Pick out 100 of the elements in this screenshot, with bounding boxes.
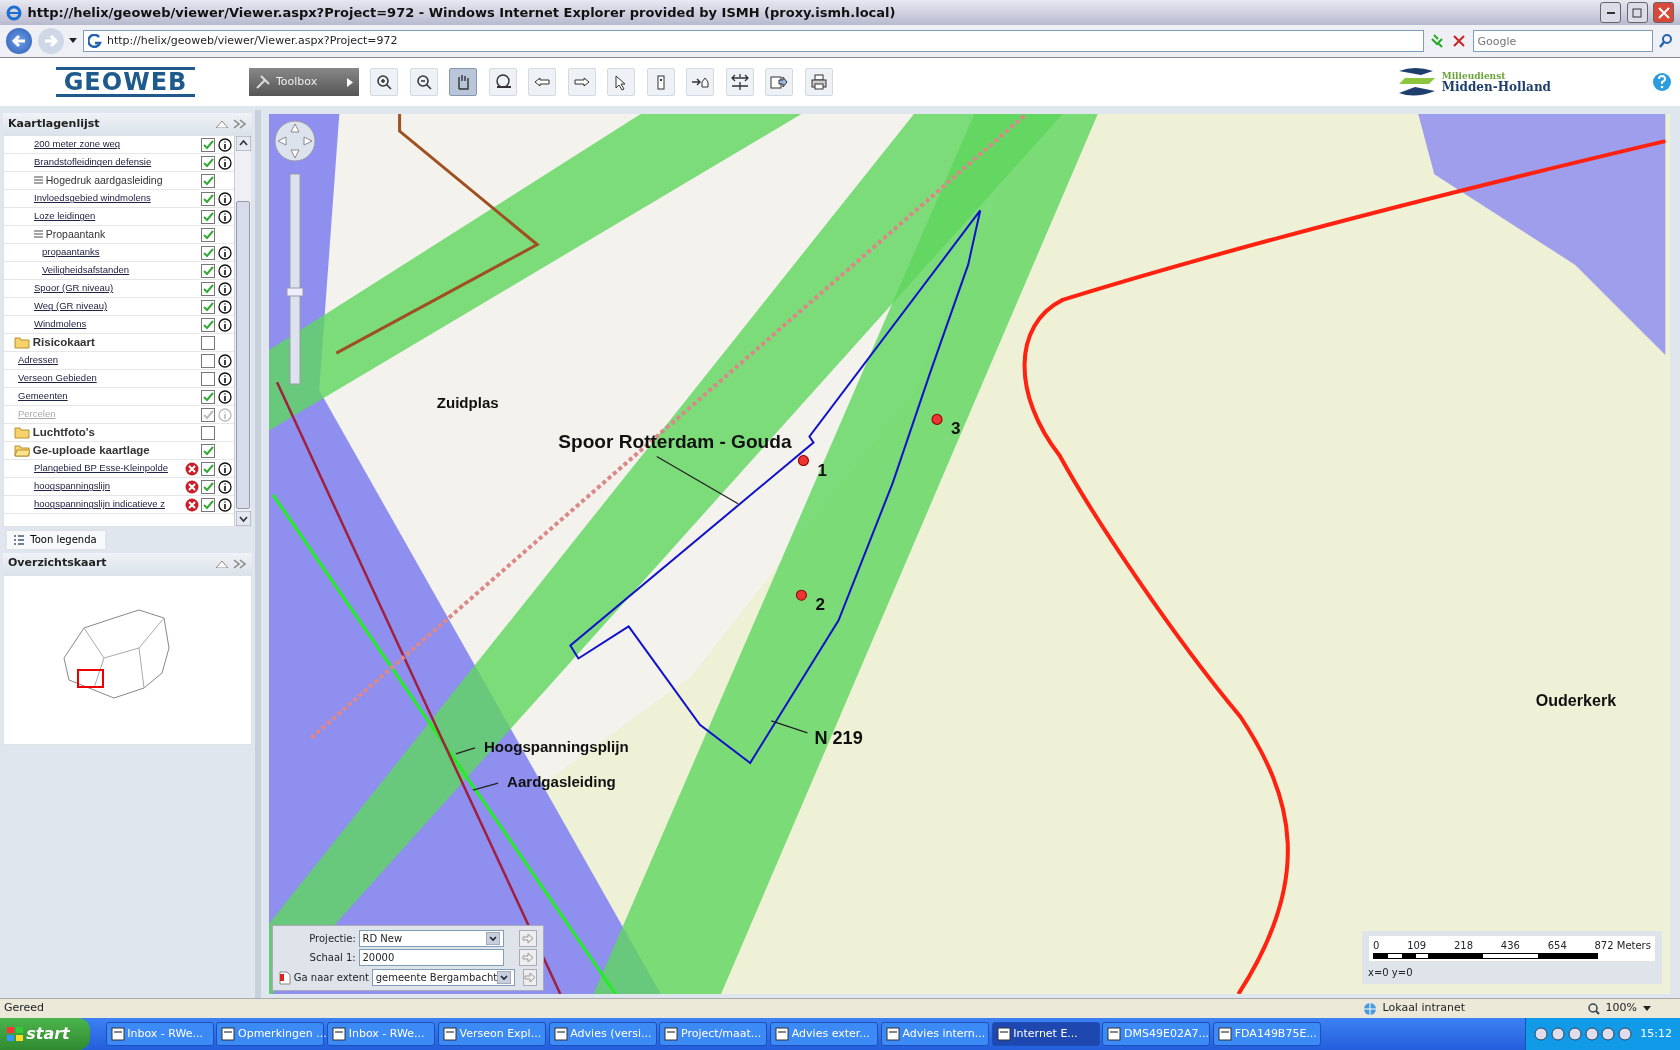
scroll-up-icon[interactable] xyxy=(235,136,251,151)
tray-icon[interactable] xyxy=(1551,1027,1566,1041)
layer-link[interactable]: propaantanks xyxy=(42,245,199,260)
expand-icon[interactable] xyxy=(233,558,247,569)
layer-link[interactable]: Spoor (GR niveau) xyxy=(34,281,199,296)
tray-icon[interactable] xyxy=(1601,1027,1616,1041)
collapse-icon[interactable] xyxy=(215,559,228,568)
layer-checkbox[interactable] xyxy=(201,335,216,350)
point-marker[interactable] xyxy=(931,413,943,425)
layer-checkbox[interactable] xyxy=(201,299,216,314)
remove-icon[interactable] xyxy=(184,461,199,476)
toolbox-button[interactable]: Toolbox xyxy=(248,68,359,96)
dropdown-field[interactable]: gemeente Bergambacht xyxy=(371,969,516,986)
back-button[interactable] xyxy=(6,28,32,54)
folder-label[interactable]: Risicokaart xyxy=(32,333,199,352)
collapse-icon[interactable] xyxy=(215,120,228,128)
layer-link[interactable]: Adressen xyxy=(18,353,199,368)
show-legend-button[interactable]: Toon legenda xyxy=(5,529,106,550)
info-icon[interactable] xyxy=(218,389,232,404)
layer-checkbox[interactable] xyxy=(201,173,216,188)
layer-checkbox[interactable] xyxy=(201,281,216,296)
tray-icon[interactable] xyxy=(1567,1027,1582,1041)
info-icon[interactable] xyxy=(218,371,232,386)
layer-group-label[interactable]: Propaantank xyxy=(45,226,199,243)
tray-icon[interactable] xyxy=(1534,1027,1549,1041)
zoom-icon[interactable] xyxy=(1588,1002,1601,1015)
layer-checkbox[interactable] xyxy=(201,191,216,206)
folder-label[interactable]: Ge-uploade kaartlage xyxy=(32,441,199,460)
measure-button[interactable] xyxy=(725,68,754,96)
hand-button[interactable] xyxy=(449,68,477,96)
layer-checkbox[interactable] xyxy=(201,155,216,170)
layer-checkbox[interactable] xyxy=(201,227,216,242)
printer-button[interactable] xyxy=(804,68,833,96)
stop-icon[interactable] xyxy=(1451,33,1467,49)
remove-icon[interactable] xyxy=(184,497,199,512)
dropdown-field[interactable]: RD New xyxy=(358,929,504,947)
layer-group-label[interactable]: Hogedruk aardgasleiding xyxy=(45,172,199,189)
taskbar-button[interactable]: Internet E... xyxy=(991,1022,1100,1046)
layer-link[interactable]: Verseon Gebieden xyxy=(18,371,199,386)
pointer-button[interactable] xyxy=(607,68,635,96)
layer-checkbox[interactable] xyxy=(201,209,216,224)
tray-icon[interactable] xyxy=(1618,1027,1633,1041)
layer-link[interactable]: Plangebied BP Esse-Kleinpolde xyxy=(34,461,182,476)
search-field[interactable]: Google xyxy=(1472,30,1653,52)
scrollbar-thumb[interactable] xyxy=(236,201,250,509)
info-icon[interactable] xyxy=(218,191,232,206)
remove-icon[interactable] xyxy=(184,479,199,494)
address-field[interactable]: http://helix/geoweb/viewer/Viewer.aspx?Project=972 xyxy=(82,30,1424,52)
info-panel-button[interactable] xyxy=(646,68,675,96)
layer-link[interactable]: hoogspanningslijn indicatieve z xyxy=(34,497,182,512)
scroll-down-icon[interactable] xyxy=(235,511,251,526)
folder-label[interactable]: Luchtfoto's xyxy=(32,423,199,442)
info-icon[interactable] xyxy=(218,497,232,512)
dropdown-arrow-icon[interactable] xyxy=(485,931,500,945)
point-marker[interactable] xyxy=(797,455,809,467)
info-icon[interactable] xyxy=(218,245,232,260)
layer-link[interactable]: Loze leidingen xyxy=(34,209,199,224)
info-icon[interactable] xyxy=(218,137,232,152)
help-icon[interactable] xyxy=(1652,72,1672,92)
zoom-level[interactable]: 100% xyxy=(1605,1000,1637,1017)
layer-link[interactable]: Veiligheidsafstanden xyxy=(42,263,199,278)
layer-checkbox[interactable] xyxy=(201,137,216,152)
close-button[interactable] xyxy=(1653,2,1674,23)
refresh-icon[interactable] xyxy=(1429,33,1446,49)
layer-link[interactable]: Windmolens xyxy=(34,317,199,332)
info-icon[interactable] xyxy=(218,155,232,170)
search-icon[interactable] xyxy=(1658,33,1674,49)
layer-checkbox[interactable] xyxy=(201,479,216,494)
arrow-to-house-button[interactable] xyxy=(686,68,714,96)
document-icon[interactable] xyxy=(279,970,291,985)
layer-link[interactable]: Gemeenten xyxy=(18,389,199,404)
layer-link[interactable]: hoogspanningslijn xyxy=(34,479,182,494)
layer-checkbox[interactable] xyxy=(201,317,216,332)
point-marker[interactable] xyxy=(795,589,807,601)
zoom-in-button[interactable] xyxy=(370,68,398,96)
info-icon[interactable] xyxy=(218,281,232,296)
info-icon[interactable] xyxy=(218,263,232,278)
dropdown-arrow-icon[interactable] xyxy=(497,971,512,984)
info-icon[interactable] xyxy=(218,353,232,368)
layer-checkbox[interactable] xyxy=(201,425,216,440)
layer-checkbox[interactable] xyxy=(201,371,216,386)
zoom-out-button[interactable] xyxy=(409,68,438,96)
layer-link[interactable]: Invloedsgebied windmolens xyxy=(34,191,199,206)
layer-checkbox[interactable] xyxy=(201,443,216,458)
info-icon[interactable] xyxy=(218,317,232,332)
left-arrow-button[interactable] xyxy=(528,68,556,96)
input-field[interactable]: 20000 xyxy=(358,949,504,967)
layer-checkbox[interactable] xyxy=(201,245,216,260)
layer-link[interactable]: Brandstofleidingen defensie xyxy=(34,155,199,170)
dropdown-caret-icon[interactable] xyxy=(69,38,77,44)
info-icon[interactable] xyxy=(218,461,232,476)
export-button[interactable] xyxy=(765,68,793,96)
layer-link[interactable]: Weg (GR niveau) xyxy=(34,299,199,314)
layer-checkbox[interactable] xyxy=(201,461,216,476)
expand-icon[interactable] xyxy=(233,119,247,129)
zoom-extent-button[interactable] xyxy=(488,68,517,96)
info-icon[interactable] xyxy=(218,299,232,314)
layer-checkbox[interactable] xyxy=(201,263,216,278)
layer-link[interactable]: 200 meter zone weg xyxy=(34,137,199,152)
dropdown-caret-icon[interactable] xyxy=(1642,1005,1651,1012)
